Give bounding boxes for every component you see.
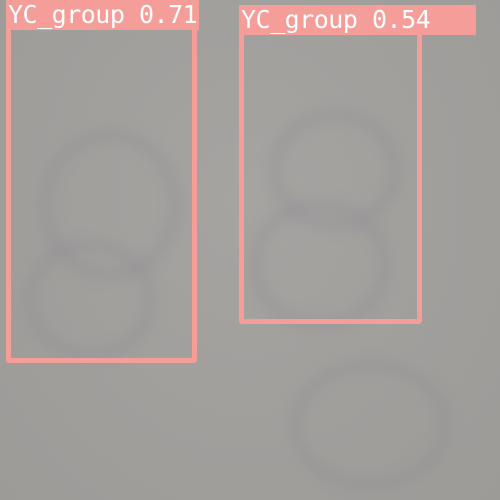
detection-label-1: YC_group 0.71 <box>6 0 200 30</box>
microscopy-image: YC_group 0.71 YC_group 0.54 <box>0 0 500 500</box>
detection-label-2: YC_group 0.54 <box>239 5 476 35</box>
detection-box-2 <box>239 20 422 324</box>
detection-box-1 <box>6 16 197 363</box>
cell-blob <box>290 360 450 490</box>
